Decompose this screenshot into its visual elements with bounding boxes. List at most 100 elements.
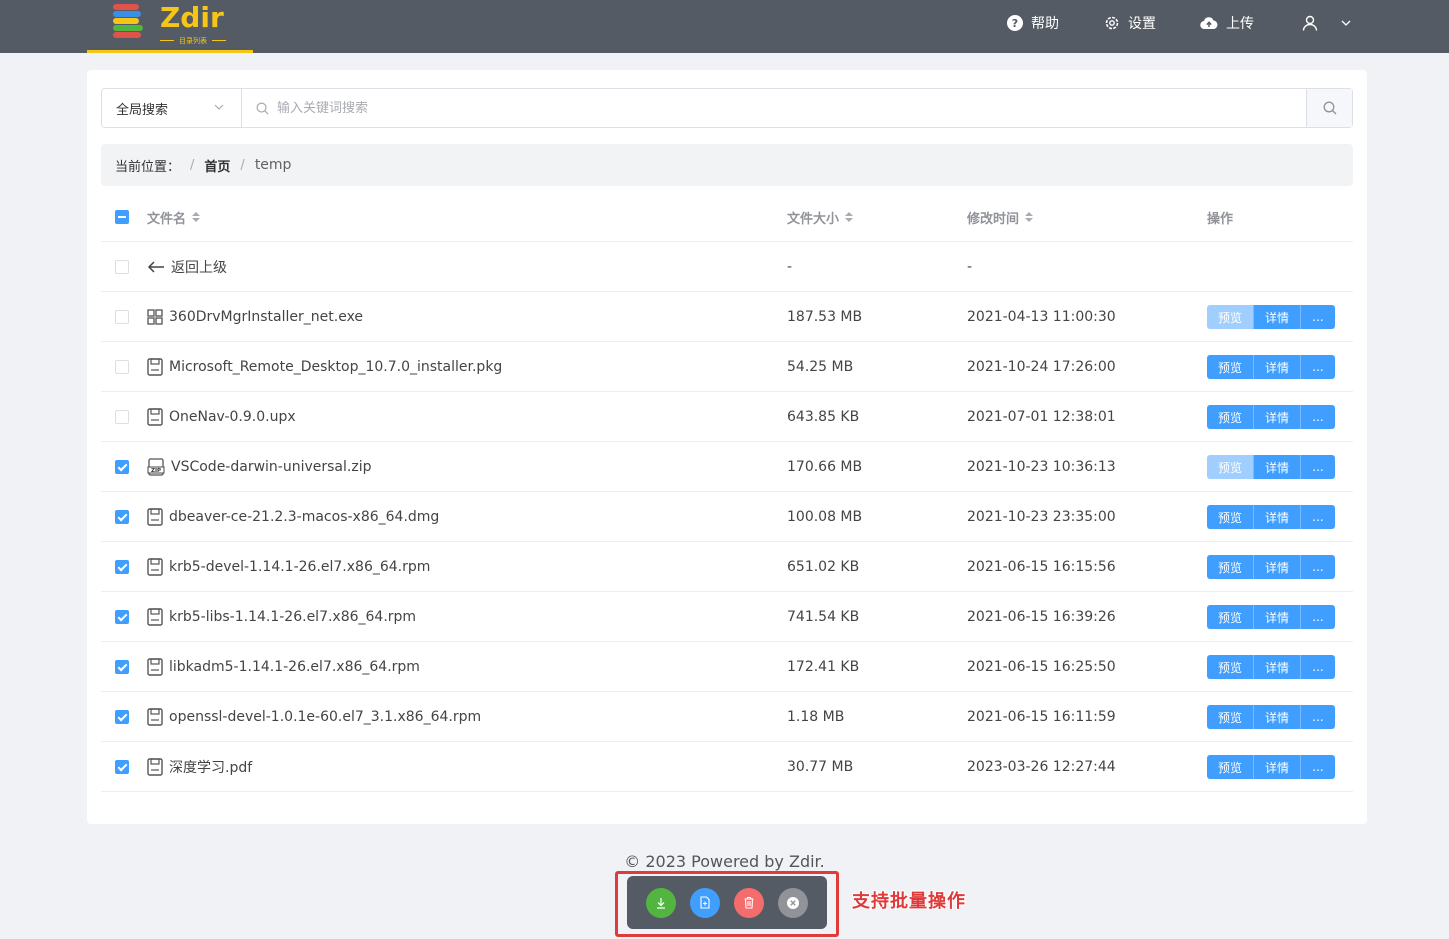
row-checkbox[interactable] bbox=[115, 560, 129, 574]
file-icon bbox=[147, 558, 163, 576]
detail-button[interactable]: 详情 bbox=[1254, 705, 1301, 729]
col-name-header[interactable]: 文件名 bbox=[147, 192, 201, 242]
table-row[interactable]: dbeaver-ce-21.2.3-macos-x86_64.dmg 100.0… bbox=[101, 492, 1353, 542]
preview-button[interactable]: 预览 bbox=[1207, 555, 1254, 579]
search-button[interactable] bbox=[1306, 89, 1352, 127]
breadcrumb: 当前位置： / 首页 / temp bbox=[101, 144, 1353, 186]
file-name[interactable]: libkadm5-1.14.1-26.el7.x86_64.rpm bbox=[169, 659, 420, 675]
delete-button[interactable] bbox=[734, 887, 764, 918]
more-button[interactable]: ... bbox=[1301, 455, 1335, 479]
breadcrumb-home[interactable]: 首页 bbox=[204, 156, 230, 175]
preview-button[interactable]: 预览 bbox=[1207, 705, 1254, 729]
table-row[interactable]: 深度学习.pdf 30.77 MB 2023-03-26 12:27:44 预览… bbox=[101, 742, 1353, 792]
close-icon bbox=[786, 896, 800, 910]
detail-button[interactable]: 详情 bbox=[1254, 655, 1301, 679]
preview-button[interactable]: 预览 bbox=[1207, 605, 1254, 629]
row-time: - bbox=[967, 259, 973, 275]
search-field bbox=[242, 89, 1306, 127]
file-browser-card: 全局搜索 当前位置： / 首页 / temp 文件名 文件大小 bbox=[87, 70, 1367, 824]
user-menu[interactable] bbox=[1302, 13, 1360, 33]
file-name[interactable]: 深度学习.pdf bbox=[169, 757, 252, 777]
detail-button[interactable]: 详情 bbox=[1254, 455, 1301, 479]
row-checkbox[interactable] bbox=[115, 260, 129, 274]
more-button[interactable]: ... bbox=[1301, 755, 1335, 779]
detail-button[interactable]: 详情 bbox=[1254, 555, 1301, 579]
parent-dir-label[interactable]: 返回上级 bbox=[171, 257, 227, 277]
detail-button[interactable]: 详情 bbox=[1254, 405, 1301, 429]
col-name-label: 文件名 bbox=[147, 211, 187, 227]
select-all-checkbox[interactable] bbox=[115, 210, 129, 224]
more-button[interactable]: ... bbox=[1301, 705, 1335, 729]
detail-button[interactable]: 详情 bbox=[1254, 605, 1301, 629]
detail-button[interactable]: 详情 bbox=[1254, 505, 1301, 529]
preview-button[interactable]: 预览 bbox=[1207, 655, 1254, 679]
nav-upload[interactable]: 上传 bbox=[1200, 13, 1254, 33]
table-row[interactable]: Microsoft_Remote_Desktop_10.7.0_installe… bbox=[101, 342, 1353, 392]
file-name[interactable]: krb5-devel-1.14.1-26.el7.x86_64.rpm bbox=[169, 559, 430, 575]
chevron-down-icon bbox=[1341, 20, 1351, 26]
file-name[interactable]: krb5-libs-1.14.1-26.el7.x86_64.rpm bbox=[169, 609, 416, 625]
parent-dir-row[interactable]: 返回上级 - - bbox=[101, 242, 1353, 292]
row-checkbox[interactable] bbox=[115, 410, 129, 424]
table-row[interactable]: libkadm5-1.14.1-26.el7.x86_64.rpm 172.41… bbox=[101, 642, 1353, 692]
file-size: 170.66 MB bbox=[787, 459, 863, 475]
preview-button[interactable]: 预览 bbox=[1207, 355, 1254, 379]
close-button[interactable] bbox=[778, 887, 808, 918]
download-button[interactable] bbox=[646, 887, 676, 918]
more-button[interactable]: ... bbox=[1301, 505, 1335, 529]
detail-button[interactable]: 详情 bbox=[1254, 755, 1301, 779]
row-actions: 预览 详情 ... bbox=[1207, 605, 1335, 629]
more-button[interactable]: ... bbox=[1301, 355, 1335, 379]
nav-settings[interactable]: 设置 bbox=[1104, 13, 1156, 33]
row-checkbox[interactable] bbox=[115, 460, 129, 474]
row-checkbox[interactable] bbox=[115, 710, 129, 724]
file-size: 100.08 MB bbox=[787, 509, 863, 525]
table-header: 文件名 文件大小 修改时间 操作 bbox=[101, 192, 1353, 242]
more-button[interactable]: ... bbox=[1301, 655, 1335, 679]
table-row[interactable]: openssl-devel-1.0.1e-60.el7_3.1.x86_64.r… bbox=[101, 692, 1353, 742]
more-button[interactable]: ... bbox=[1301, 555, 1335, 579]
row-checkbox[interactable] bbox=[115, 660, 129, 674]
row-checkbox[interactable] bbox=[115, 760, 129, 774]
search-input[interactable] bbox=[277, 100, 877, 116]
file-size: 172.41 KB bbox=[787, 659, 860, 675]
footer: © 2023 Powered by Zdir. bbox=[624, 852, 825, 871]
back-arrow-icon bbox=[147, 260, 165, 274]
table-row[interactable]: ZIP VSCode-darwin-universal.zip 170.66 M… bbox=[101, 442, 1353, 492]
col-size-header[interactable]: 文件大小 bbox=[787, 192, 854, 242]
row-actions: 预览 详情 ... bbox=[1207, 555, 1335, 579]
detail-button[interactable]: 详情 bbox=[1254, 355, 1301, 379]
col-time-header[interactable]: 修改时间 bbox=[967, 192, 1034, 242]
preview-button[interactable]: 预览 bbox=[1207, 755, 1254, 779]
copy-link-button[interactable] bbox=[690, 887, 720, 918]
more-button[interactable]: ... bbox=[1301, 405, 1335, 429]
more-button[interactable]: ... bbox=[1301, 605, 1335, 629]
file-icon bbox=[147, 408, 163, 426]
file-name[interactable]: dbeaver-ce-21.2.3-macos-x86_64.dmg bbox=[169, 509, 439, 525]
preview-button[interactable]: 预览 bbox=[1207, 405, 1254, 429]
file-name[interactable]: openssl-devel-1.0.1e-60.el7_3.1.x86_64.r… bbox=[169, 709, 481, 725]
detail-button[interactable]: 详情 bbox=[1254, 305, 1301, 329]
file-name[interactable]: OneNav-0.9.0.upx bbox=[169, 409, 296, 425]
table-row[interactable]: OneNav-0.9.0.upx 643.85 KB 2021-07-01 12… bbox=[101, 392, 1353, 442]
col-time-label: 修改时间 bbox=[967, 211, 1020, 227]
nav-help-label: 帮助 bbox=[1031, 16, 1059, 32]
search-scope-select[interactable]: 全局搜索 bbox=[102, 89, 242, 127]
copy-link-icon bbox=[699, 896, 711, 909]
preview-button[interactable]: 预览 bbox=[1207, 305, 1254, 329]
table-row[interactable]: krb5-libs-1.14.1-26.el7.x86_64.rpm 741.5… bbox=[101, 592, 1353, 642]
table-row[interactable]: krb5-devel-1.14.1-26.el7.x86_64.rpm 651.… bbox=[101, 542, 1353, 592]
file-name[interactable]: VSCode-darwin-universal.zip bbox=[171, 459, 371, 475]
file-name[interactable]: 360DrvMgrInstaller_net.exe bbox=[169, 309, 363, 325]
preview-button[interactable]: 预览 bbox=[1207, 455, 1254, 479]
logo[interactable]: Zdir 目录列表 bbox=[87, 0, 253, 53]
table-row[interactable]: 360DrvMgrInstaller_net.exe 187.53 MB 202… bbox=[101, 292, 1353, 342]
row-checkbox[interactable] bbox=[115, 360, 129, 374]
file-name[interactable]: Microsoft_Remote_Desktop_10.7.0_installe… bbox=[169, 359, 502, 375]
row-checkbox[interactable] bbox=[115, 510, 129, 524]
row-checkbox[interactable] bbox=[115, 610, 129, 624]
preview-button[interactable]: 预览 bbox=[1207, 505, 1254, 529]
nav-help[interactable]: ? 帮助 bbox=[1007, 13, 1059, 33]
more-button[interactable]: ... bbox=[1301, 305, 1335, 329]
row-checkbox[interactable] bbox=[115, 310, 129, 324]
